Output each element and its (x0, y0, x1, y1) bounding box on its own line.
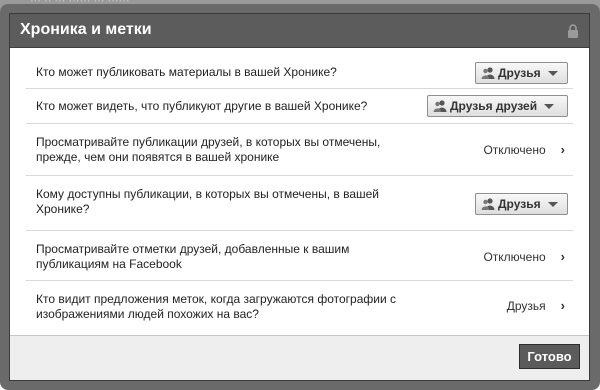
setting-value-link[interactable]: Друзья › (507, 298, 565, 313)
setting-value: Отключено (483, 249, 546, 264)
people-icon (433, 100, 447, 112)
setting-label: Просматривайте отметки друзей, добавленн… (36, 242, 350, 271)
setting-row-review-tagged-posts: Просматривайте публикации друзей, в кото… (26, 124, 573, 176)
setting-label: Кто может видеть, что публикуют другие в… (36, 99, 368, 113)
chevron-right-icon: › (560, 142, 565, 157)
settings-list: Кто может публиковать материалы в вашей … (26, 57, 573, 333)
audience-select-button[interactable]: Друзья (475, 193, 568, 215)
setting-value: Друзья (506, 298, 546, 313)
setting-value-link[interactable]: Отключено › (483, 142, 565, 157)
people-icon (481, 67, 495, 79)
people-icon (481, 198, 495, 210)
select-value: Друзья (498, 197, 541, 211)
setting-row-tagged-posts-audience: Кому доступны публикации, в которых вы о… (26, 176, 573, 231)
chevron-down-icon (547, 70, 558, 76)
setting-value: Отключено (483, 142, 546, 157)
dialog-footer: Готово (10, 335, 589, 380)
audience-select-button[interactable]: Друзья (475, 62, 568, 84)
select-value: Друзья друзей (450, 99, 538, 113)
setting-row-who-can-post: Кто может публиковать материалы в вашей … (26, 57, 573, 89)
done-button[interactable]: Готово (519, 344, 580, 369)
setting-value-link[interactable]: Отключено › (483, 249, 565, 264)
chevron-down-icon (544, 103, 555, 109)
lock-icon (568, 24, 578, 38)
chevron-down-icon (547, 201, 558, 207)
setting-label: Кто может публиковать материалы в вашей … (36, 65, 337, 79)
privacy-dialog: Хроника и метки Кто может публиковать ма… (9, 13, 590, 381)
setting-label: Просматривайте публикации друзей, в кото… (36, 135, 381, 164)
dialog-title: Хроника и метки (20, 21, 152, 38)
select-value: Друзья (498, 66, 541, 80)
chevron-right-icon: › (560, 298, 565, 313)
setting-row-who-can-see-posts: Кто может видеть, что публикуют другие в… (26, 89, 573, 124)
setting-row-review-tags: Просматривайте отметки друзей, добавленн… (26, 231, 573, 281)
setting-row-tag-suggestions: Кто видит предложения меток, когда загру… (26, 281, 573, 333)
setting-label: Кто видит предложения меток, когда загру… (36, 292, 396, 321)
audience-select-button[interactable]: Друзья друзей (427, 95, 568, 117)
setting-label: Кому доступны публикации, в которых вы о… (36, 187, 379, 216)
chevron-right-icon: › (560, 249, 565, 264)
dialog-header: Хроника и метки (10, 14, 589, 48)
